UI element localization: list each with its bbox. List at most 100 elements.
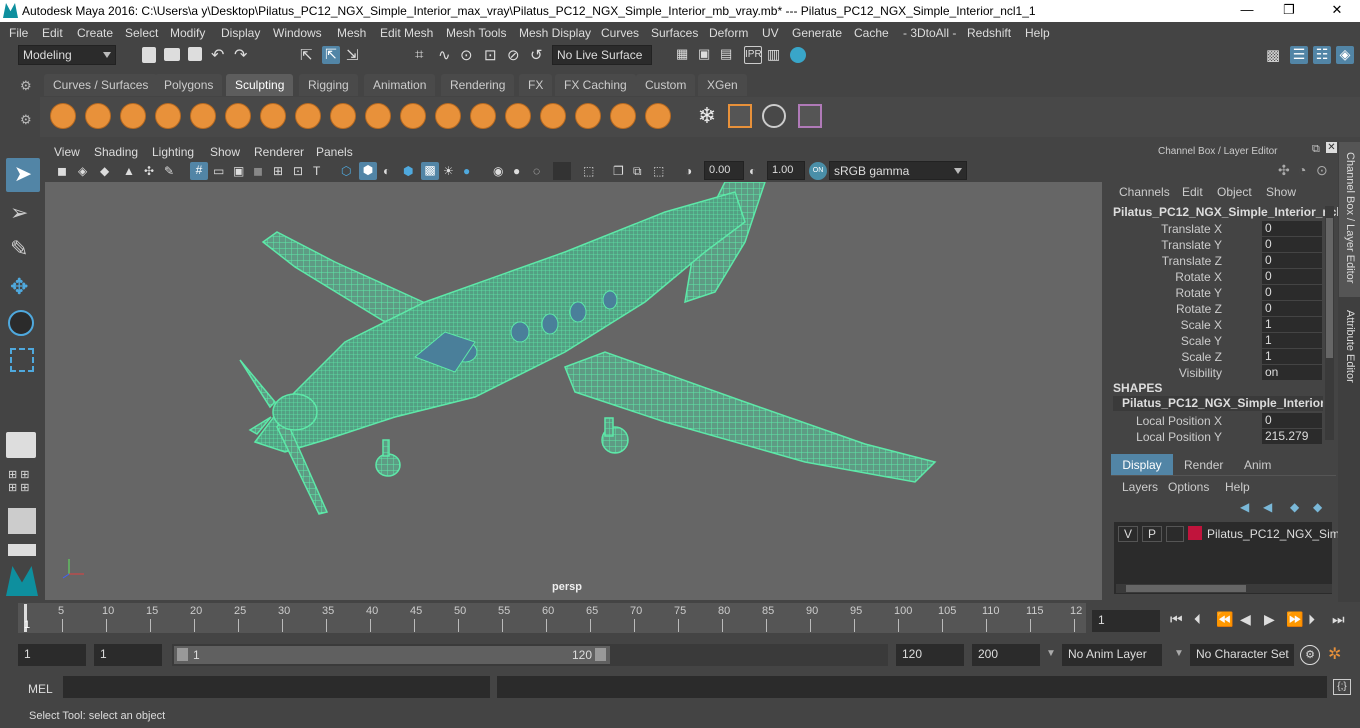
step-back-frame-icon[interactable]: ⏴ xyxy=(1194,611,1201,628)
shelf-menu-gear-icon[interactable]: ⚙ xyxy=(20,78,32,94)
color-management-icon[interactable]: ON xyxy=(809,162,827,180)
ipr-render-icon[interactable]: ▤ xyxy=(720,46,738,64)
attr-value[interactable]: 1 xyxy=(1262,349,1322,364)
scrollbar-thumb[interactable] xyxy=(1326,218,1333,358)
snap-grid-icon[interactable]: ⌗ xyxy=(415,46,433,64)
play-forwards-icon[interactable]: ▶ xyxy=(1264,611,1275,628)
anim-layer-dropdown[interactable]: No Anim Layer xyxy=(1062,644,1162,666)
attr-translate-z[interactable]: Translate Z 0 xyxy=(1110,253,1322,269)
current-frame-field[interactable]: 1 xyxy=(1092,610,1160,632)
scale-tool-icon[interactable] xyxy=(10,348,34,372)
vp-menu-show[interactable]: Show xyxy=(210,145,240,159)
hypershade-icon[interactable] xyxy=(790,47,806,63)
workspace-icon[interactable]: ▩ xyxy=(1266,46,1284,64)
step-back-key-icon[interactable]: ⏪ xyxy=(1216,611,1233,628)
attr-local-position-y[interactable]: Local Position Y 215.279 xyxy=(1110,429,1322,445)
shelf-options-gear-icon[interactable]: ⚙ xyxy=(20,112,32,128)
color-space-dropdown[interactable]: sRGB gamma xyxy=(829,161,967,180)
layer-visibility-toggle[interactable]: V xyxy=(1118,526,1138,542)
render-view-icon[interactable]: ▣ xyxy=(698,46,716,64)
select-component-icon[interactable]: ⇲ xyxy=(346,46,364,64)
render-settings-icon[interactable]: ▥ xyxy=(767,46,785,64)
pinch-tool-icon[interactable] xyxy=(190,103,216,129)
script-editor-icon[interactable]: {;} xyxy=(1333,679,1351,695)
resolution-gate-icon[interactable]: ▣ xyxy=(233,164,244,178)
move-tool-icon[interactable]: ✥ xyxy=(10,274,28,300)
film-gate-icon[interactable]: ▭ xyxy=(213,164,224,178)
layout-editor-icon[interactable] xyxy=(8,544,36,556)
attr-value[interactable]: 1 xyxy=(1262,317,1322,332)
field-chart-icon[interactable]: ⊞ xyxy=(273,164,283,178)
layer-type-toggle[interactable] xyxy=(1166,526,1184,542)
outliner-layout-icon[interactable] xyxy=(8,508,36,534)
bookmark-icon[interactable]: ◆ xyxy=(100,164,109,178)
minimize-icon[interactable]: — xyxy=(1232,2,1262,20)
attr-value[interactable]: 0 xyxy=(1262,285,1322,300)
menu-deform[interactable]: Deform xyxy=(709,26,748,40)
fill-tool-icon[interactable] xyxy=(470,103,496,129)
anim-layer-chevron-icon[interactable]: ▼ xyxy=(1046,648,1056,659)
isolate-select-icon[interactable] xyxy=(553,162,571,180)
paint-select-tool-icon[interactable]: ✎ xyxy=(10,236,28,262)
attr-value[interactable]: 0 xyxy=(1262,237,1322,252)
layer-menu-options[interactable]: Options xyxy=(1168,480,1209,494)
menu-surfaces[interactable]: Surfaces xyxy=(651,26,698,40)
shelf-tab-fx-caching[interactable]: FX Caching xyxy=(555,74,636,96)
menu-curves[interactable]: Curves xyxy=(601,26,639,40)
safe-title-icon[interactable]: T xyxy=(313,164,320,178)
layer-menu-help[interactable]: Help xyxy=(1225,480,1250,494)
repeat-tool-icon[interactable] xyxy=(330,103,356,129)
smear-tool-icon[interactable] xyxy=(540,103,566,129)
range-slider-bar[interactable] xyxy=(174,646,610,664)
camera-attributes-icon[interactable]: ◈ xyxy=(78,164,87,178)
menu-redshift[interactable]: Redshift xyxy=(967,26,1011,40)
attr-value[interactable]: 215.279 xyxy=(1262,429,1322,444)
render-frame-icon[interactable]: ▦ xyxy=(676,46,694,64)
menu-3dtoall[interactable]: - 3DtoAll - xyxy=(903,26,956,40)
new-scene-icon[interactable] xyxy=(142,47,156,63)
menu-mesh-display[interactable]: Mesh Display xyxy=(519,26,591,40)
range-end-handle[interactable] xyxy=(595,648,606,661)
attr-rotate-z[interactable]: Rotate Z 0 xyxy=(1110,301,1322,317)
attr-value[interactable]: 1 xyxy=(1262,333,1322,348)
menu-file[interactable]: File xyxy=(9,26,28,40)
character-set-chevron-icon[interactable]: ▼ xyxy=(1174,648,1184,659)
menu-create[interactable]: Create xyxy=(77,26,113,40)
attr-scale-y[interactable]: Scale Y 1 xyxy=(1110,333,1322,349)
shelf-tab-xgen[interactable]: XGen xyxy=(698,74,747,96)
shadows-icon[interactable]: ☀ xyxy=(443,164,454,178)
layer-name[interactable]: Pilatus_PC12_NGX_Simpl xyxy=(1207,527,1349,541)
play-backwards-icon[interactable]: ◀ xyxy=(1240,611,1251,628)
anim-start-field[interactable]: 1 xyxy=(18,644,86,666)
modeling-toolkit-icon[interactable]: ☰ xyxy=(1290,46,1308,64)
move-layer-down-icon[interactable]: ◀ xyxy=(1263,500,1272,514)
channel-box-toggle-icon[interactable]: ◈ xyxy=(1336,46,1354,64)
history-icon[interactable]: ↺ xyxy=(530,46,548,64)
wireframe-on-shaded-icon[interactable]: ◐ xyxy=(383,164,390,178)
camera-select-icon[interactable]: ◼ xyxy=(57,164,67,178)
xray-joints-icon[interactable]: ❐ xyxy=(613,164,624,178)
hyperbolic-icon[interactable]: ⊙ xyxy=(1316,162,1328,179)
shape-name[interactable]: Pilatus_PC12_NGX_Simple_Interior_... xyxy=(1113,396,1323,411)
attr-value[interactable]: 0 xyxy=(1262,221,1322,236)
close-icon[interactable]: ✕ xyxy=(1322,2,1352,20)
grid-icon[interactable]: # xyxy=(190,162,208,180)
lasso-tool-icon[interactable]: ➢ xyxy=(10,200,28,226)
attr-value[interactable]: 0 xyxy=(1262,413,1322,428)
select-hierarchy-icon[interactable]: ⇱ xyxy=(300,46,318,64)
step-forward-key-icon[interactable]: ⏩ xyxy=(1286,611,1303,628)
amplify-tool-icon[interactable] xyxy=(610,103,636,129)
redo-icon[interactable]: ↷ xyxy=(234,48,252,67)
bulge-tool-icon[interactable] xyxy=(575,103,601,129)
xray-icon[interactable]: ⬚ xyxy=(583,164,594,178)
ipr-icon[interactable]: IPR xyxy=(744,46,762,64)
range-start-handle[interactable] xyxy=(177,648,188,661)
textured-icon[interactable]: ⬢ xyxy=(403,164,413,178)
freeze-tool-icon[interactable] xyxy=(645,103,671,129)
new-layer-selected-icon[interactable]: ◆ xyxy=(1313,500,1322,514)
float-panel-icon[interactable]: ⧉ xyxy=(1312,143,1320,156)
stamp-icon[interactable] xyxy=(798,104,822,128)
four-view-layout-icon[interactable]: ⊞ ⊞ ⊞ ⊞ xyxy=(8,468,30,494)
side-tab-attribute-editor[interactable]: Attribute Editor xyxy=(1339,300,1360,400)
select-tool-icon[interactable]: ➤ xyxy=(6,158,40,192)
